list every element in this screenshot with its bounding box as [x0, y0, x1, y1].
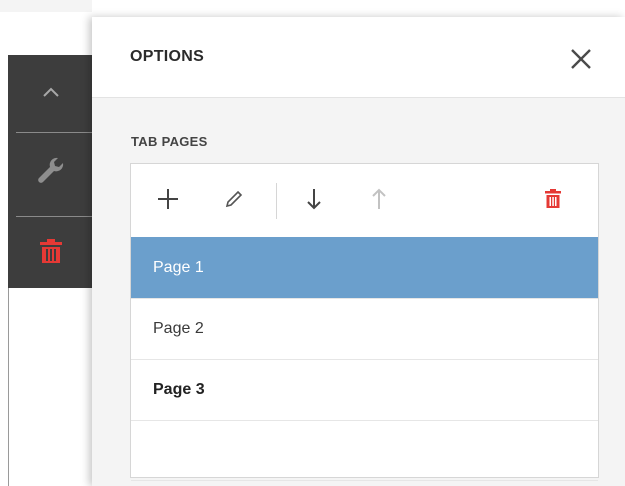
list-item-page-1[interactable]: Page 1 [131, 237, 598, 298]
move-down-button[interactable] [297, 184, 331, 218]
left-toolbar-separator [16, 216, 92, 217]
left-toolbar-separator [16, 132, 92, 133]
list-item-page-3[interactable]: Page 3 [131, 359, 598, 420]
delete-page-button[interactable] [536, 184, 570, 218]
tab-pages-rows: Page 1 Page 2 Page 3 [131, 237, 598, 481]
left-strip-top [0, 0, 92, 12]
page-label: Page 2 [153, 320, 204, 337]
plus-icon [157, 188, 179, 215]
close-button[interactable] [566, 44, 596, 74]
chevron-up-icon [42, 85, 60, 103]
page-label: Page 1 [153, 259, 204, 276]
arrow-up-icon [370, 187, 388, 216]
trash-icon [40, 238, 62, 268]
close-icon [566, 49, 596, 78]
delete-item-button[interactable] [8, 231, 92, 275]
left-edge-line [8, 288, 9, 486]
edit-page-button[interactable] [217, 184, 251, 218]
pencil-icon [225, 190, 243, 213]
trash-icon [545, 189, 561, 213]
arrow-down-icon [305, 187, 323, 216]
page-label: Page 3 [153, 381, 205, 398]
list-item-page-2[interactable]: Page 2 [131, 298, 598, 359]
collapse-button[interactable] [8, 69, 92, 119]
panel-title: OPTIONS [130, 48, 205, 65]
wrench-icon [36, 155, 66, 190]
tab-pages-toolbar [131, 164, 598, 237]
list-item-empty [131, 420, 598, 481]
options-button[interactable] [8, 147, 92, 197]
options-panel: OPTIONS TAB PAGES Page 1 Page 2 Page 3 [92, 17, 625, 486]
section-label: TAB PAGES [131, 134, 208, 149]
tab-pages-list: Page 1 Page 2 Page 3 [130, 163, 599, 481]
move-up-button[interactable] [362, 184, 396, 218]
add-page-button[interactable] [151, 184, 185, 218]
toolbar-separator [276, 183, 277, 219]
panel-header: OPTIONS [92, 17, 625, 98]
left-toolbar [8, 55, 92, 288]
